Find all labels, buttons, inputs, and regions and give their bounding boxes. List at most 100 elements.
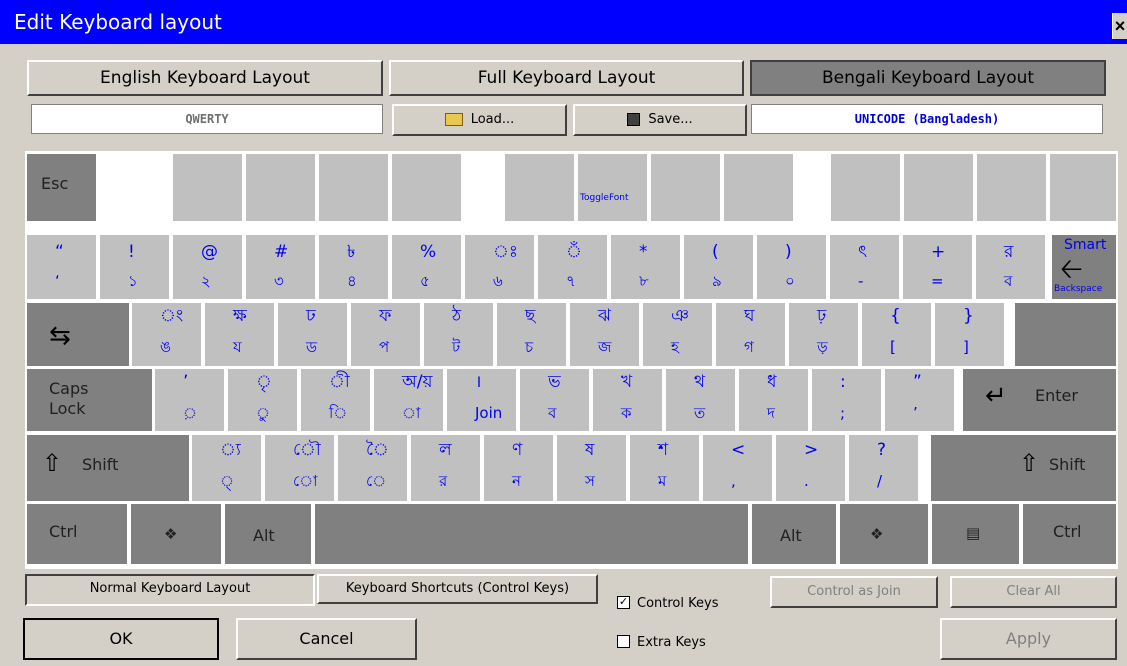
tab-keyboard-shortcuts[interactable]: Keyboard Shortcuts (Control Keys) xyxy=(317,574,598,604)
key-alt-right[interactable]: Alt xyxy=(752,504,836,564)
key-enter[interactable]: ↵ Enter xyxy=(963,369,1116,431)
tab-row-key[interactable]: }] xyxy=(935,303,1004,366)
key-f5[interactable] xyxy=(505,154,574,221)
key-f2[interactable] xyxy=(246,154,315,221)
number-row-key[interactable]: ! ১ xyxy=(100,235,169,299)
key-f12[interactable] xyxy=(1050,154,1116,221)
shift-row-key[interactable]: ্য্ xyxy=(192,435,261,501)
tab-full-layout[interactable]: Full Keyboard Layout xyxy=(389,60,744,96)
shift-row-key[interactable]: ? / xyxy=(849,435,918,501)
shift-row-key[interactable]: লর xyxy=(411,435,480,501)
shift-arrow-icon: ⇧ xyxy=(42,449,63,477)
shift-row-key[interactable]: >. xyxy=(776,435,845,501)
number-row-key[interactable]: রব xyxy=(976,235,1045,299)
key-backspace[interactable]: Smart 🡠 Backspace xyxy=(1052,235,1116,299)
ok-button[interactable]: OK xyxy=(23,618,219,660)
key-tab[interactable]: ⇆ xyxy=(27,303,129,366)
number-row-key[interactable]: (৯ xyxy=(684,235,753,299)
clear-all-button[interactable]: Clear All xyxy=(950,576,1117,608)
key-caps-lock[interactable]: Caps Lock xyxy=(27,369,152,431)
shift-row-key[interactable]: শম xyxy=(630,435,699,501)
number-row-key[interactable]: ) ০ xyxy=(757,235,826,299)
tab-row-key[interactable]: {[ xyxy=(862,303,931,366)
caps-row-key[interactable]: ʼ় xyxy=(155,369,224,431)
ctrl-label-right: Ctrl xyxy=(1053,522,1082,541)
tab-row-key[interactable]: ঝজ xyxy=(570,303,639,366)
number-row-key[interactable]: ঁ ৭ xyxy=(538,235,607,299)
key-shift-char: ফ xyxy=(379,306,392,326)
shift-row-key[interactable]: <, xyxy=(703,435,772,501)
cancel-button[interactable]: Cancel xyxy=(236,618,417,660)
caps-row-key[interactable]: ধদ xyxy=(739,369,808,431)
caps-row-key[interactable]: থত xyxy=(666,369,735,431)
key-win-right[interactable]: ❖ xyxy=(840,504,928,564)
tab-row-key[interactable]: ঘগ xyxy=(716,303,785,366)
caps-row-key[interactable]: ৃু xyxy=(228,369,297,431)
key-f7[interactable] xyxy=(651,154,720,221)
control-keys-checkbox[interactable]: ✓ xyxy=(617,596,630,609)
shift-row-key[interactable]: ষস xyxy=(557,435,626,501)
number-row-key[interactable]: @২ xyxy=(173,235,242,299)
caps-row-key[interactable]: খক xyxy=(593,369,662,431)
tab-row-key[interactable]: ফপ xyxy=(351,303,420,366)
key-f4[interactable] xyxy=(392,154,461,221)
tab-row-key[interactable]: ঞহ xyxy=(643,303,712,366)
shift-row-key[interactable]: ৌো xyxy=(265,435,334,501)
caps-row-key[interactable]: ীি xyxy=(301,369,370,431)
number-row-key[interactable]: * ৮ xyxy=(611,235,680,299)
key-alt-left[interactable]: Alt xyxy=(225,504,311,564)
number-row-key[interactable]: ৎ- xyxy=(830,235,899,299)
caps-row-key[interactable]: । Join xyxy=(447,369,516,431)
key-f9[interactable] xyxy=(831,154,900,221)
key-esc[interactable]: Esc xyxy=(27,154,96,221)
key-enter-top[interactable] xyxy=(1015,303,1116,366)
extra-keys-checkbox[interactable] xyxy=(617,635,630,648)
key-ctrl-right[interactable]: Ctrl xyxy=(1023,504,1116,564)
caps-row-key[interactable]: ”’ xyxy=(885,369,954,431)
bengali-layout-field[interactable]: UNICODE (Bangladesh) xyxy=(751,104,1103,134)
tab-row-key[interactable]: ছচ xyxy=(497,303,566,366)
key-f1[interactable] xyxy=(173,154,242,221)
apply-button[interactable]: Apply xyxy=(940,618,1117,660)
caps-row-key[interactable]: ভব xyxy=(520,369,589,431)
tab-row-key[interactable]: ঢ় ড় xyxy=(789,303,858,366)
key-f3[interactable] xyxy=(319,154,388,221)
control-as-join-button[interactable]: Control as Join xyxy=(770,576,938,608)
save-button[interactable]: Save... xyxy=(573,104,747,136)
key-shift-char: ঁ xyxy=(566,242,582,262)
key-base-char: া xyxy=(402,404,421,422)
number-row-key[interactable]: “‘ xyxy=(27,235,96,299)
number-row-key[interactable]: % ৫ xyxy=(392,235,461,299)
english-layout-field[interactable]: QWERTY xyxy=(31,104,383,134)
shift-row-key[interactable]: ৈে xyxy=(338,435,407,501)
tab-row-key[interactable]: ঢড xyxy=(278,303,347,366)
number-row-key[interactable]: #৩ xyxy=(246,235,315,299)
floppy-disk-icon xyxy=(627,113,641,126)
key-shift-left[interactable]: ⇧ Shift xyxy=(27,435,189,501)
tab-bengali-layout[interactable]: Bengali Keyboard Layout xyxy=(750,60,1106,96)
key-f6[interactable]: ToggleFont xyxy=(578,154,647,221)
key-f11[interactable] xyxy=(977,154,1046,221)
key-shift-char: ( xyxy=(712,242,719,262)
close-button[interactable]: × xyxy=(1112,13,1127,39)
key-shift-right[interactable]: ⇧ Shift xyxy=(931,435,1116,501)
key-ctrl-left[interactable]: Ctrl xyxy=(27,504,127,564)
number-row-key[interactable]: + = xyxy=(903,235,972,299)
key-f10[interactable] xyxy=(904,154,973,221)
shift-row-key[interactable]: ণন xyxy=(484,435,553,501)
key-menu[interactable]: ▤ xyxy=(932,504,1019,564)
load-button[interactable]: Load... xyxy=(392,104,567,136)
caps-row-key[interactable]: :; xyxy=(812,369,881,431)
key-space[interactable] xyxy=(315,504,748,564)
number-row-key[interactable]: ৳ ৪ xyxy=(319,235,388,299)
caps-row-key[interactable]: অ/য়া xyxy=(374,369,443,431)
key-f8[interactable] xyxy=(724,154,793,221)
tab-row-key[interactable]: ঠট xyxy=(424,303,493,366)
tab-normal-layout[interactable]: Normal Keyboard Layout xyxy=(25,574,315,606)
key-shift-char: ʼ xyxy=(183,372,189,392)
tab-english-layout[interactable]: English Keyboard Layout xyxy=(27,60,383,96)
tab-row-key[interactable]: ক্ষ য xyxy=(205,303,274,366)
key-win-left[interactable]: ❖ xyxy=(131,504,221,564)
tab-row-key[interactable]: ং ঙ xyxy=(132,303,201,366)
number-row-key[interactable]: ঃ ৬ xyxy=(465,235,534,299)
